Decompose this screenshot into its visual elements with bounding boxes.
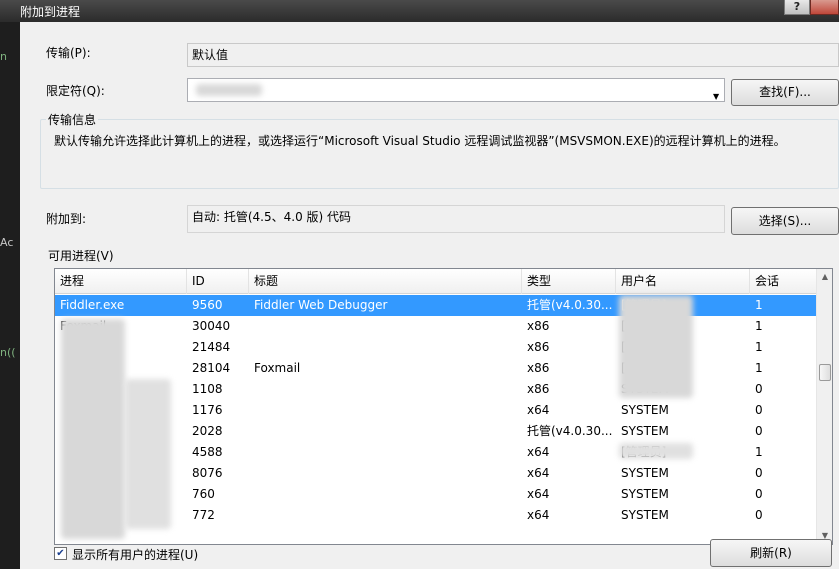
- process-title-cell: [249, 316, 522, 337]
- chevron-down-icon[interactable]: ▼: [713, 86, 719, 108]
- process-user-cell: SYSTEM: [621, 403, 669, 417]
- process-session-cell: 1: [755, 340, 763, 354]
- process-session-cell: 0: [755, 466, 763, 480]
- process-type-cell: x86: [527, 319, 550, 333]
- qualifier-label: 限定符(Q):: [46, 84, 105, 98]
- transport-select[interactable]: 默认值: [187, 43, 839, 67]
- process-title-cell: Fiddler Web Debugger: [254, 298, 388, 312]
- process-type-cell: x64: [527, 466, 550, 480]
- process-list[interactable]: 进程 ID 标题 类型 用户名 会话 Fiddler.exe 9560 Fiddle…: [54, 268, 833, 545]
- attach-to-process-dialog: 传输(P): 默认值 限定符(Q): ▼ 查找(F)... 传输信息 默认传输允…: [20, 22, 839, 569]
- process-session-cell: 0: [755, 424, 763, 438]
- process-id-cell: 9560: [192, 298, 223, 312]
- process-id-cell: 1176: [192, 403, 223, 417]
- background-code-fragment: n((: [0, 346, 16, 359]
- attach-to-value: 自动: 托管(4.5、4.0 版) 代码: [192, 210, 352, 224]
- process-name-cell: Fiddler.exe: [60, 298, 125, 312]
- table-row[interactable]: Foxmail...30040x86[管理员]1: [55, 316, 817, 337]
- show-all-users-label[interactable]: 显示所有用户的进程(U): [72, 546, 198, 563]
- scroll-up-icon[interactable]: ▲: [817, 269, 832, 285]
- process-id-cell: 30040: [192, 319, 231, 333]
- process-id-cell: 8076: [192, 466, 223, 480]
- process-session-cell: 0: [755, 487, 763, 501]
- available-processes-label: 可用进程(V): [48, 249, 114, 263]
- transport-label: 传输(P):: [46, 46, 91, 60]
- process-session-cell: 0: [755, 382, 763, 396]
- process-id-cell: 28104: [192, 361, 231, 375]
- process-title-cell: [249, 400, 522, 421]
- column-header-type[interactable]: 类型: [522, 269, 616, 294]
- process-session-cell: 1: [755, 445, 763, 459]
- process-type-cell: x86: [527, 340, 550, 354]
- process-title-cell: [249, 421, 522, 442]
- process-type-cell: x86: [527, 382, 550, 396]
- column-header-title[interactable]: 标题: [249, 269, 522, 294]
- process-type-cell: x86: [527, 361, 550, 375]
- process-session-cell: 1: [755, 319, 763, 333]
- attach-to-field: 自动: 托管(4.5、4.0 版) 代码: [187, 205, 725, 233]
- process-session-cell: 1: [755, 361, 763, 375]
- process-type-cell: x64: [527, 487, 550, 501]
- process-title-cell: [249, 463, 522, 484]
- redacted-usernames: [619, 295, 693, 398]
- process-user-cell: SYSTEM: [621, 466, 669, 480]
- process-title-cell: [249, 337, 522, 358]
- column-header-session[interactable]: 会话: [750, 269, 817, 294]
- process-list-scrollbar[interactable]: ▲ ▼: [816, 269, 832, 544]
- process-type-cell: x64: [527, 508, 550, 522]
- refresh-button[interactable]: 刷新(R): [710, 539, 832, 567]
- process-session-cell: 1: [755, 298, 763, 312]
- select-button[interactable]: 选择(S)...: [731, 207, 839, 235]
- checkmark-icon: ✔: [56, 548, 65, 559]
- process-type-cell: x64: [527, 445, 550, 459]
- close-button[interactable]: [810, 0, 839, 15]
- transport-info-group: [40, 119, 839, 189]
- process-id-cell: 772: [192, 508, 215, 522]
- background-code-fragment: Ac: [0, 236, 14, 249]
- process-list-header: 进程 ID 标题 类型 用户名 会话: [55, 269, 817, 294]
- column-header-username[interactable]: 用户名: [616, 269, 750, 294]
- process-title-cell: [249, 505, 522, 526]
- process-id-cell: 1108: [192, 382, 223, 396]
- attach-to-label: 附加到:: [46, 212, 87, 226]
- transport-info-text: 默认传输允许选择此计算机上的进程，或选择运行“Microsoft Visual …: [54, 134, 786, 148]
- scroll-thumb[interactable]: [819, 364, 831, 381]
- window-title: 附加到进程: [20, 5, 81, 19]
- redacted-machine-name: [196, 84, 262, 96]
- process-type-cell: 托管(v4.0.30...: [527, 298, 613, 312]
- redacted-process-names: [125, 379, 171, 529]
- process-id-cell: 4588: [192, 445, 223, 459]
- process-id-cell: 760: [192, 487, 215, 501]
- process-title-cell: Foxmail: [254, 361, 301, 375]
- process-user-cell: SYSTEM: [621, 508, 669, 522]
- redacted-process-names: [61, 319, 125, 539]
- transport-info-title: 传输信息: [46, 111, 99, 128]
- process-type-cell: x64: [527, 403, 550, 417]
- background-code-fragment: n: [0, 50, 7, 63]
- title-bar: 附加到进程 ?: [0, 0, 839, 22]
- process-user-cell: SYSTEM: [621, 487, 669, 501]
- find-button[interactable]: 查找(F)...: [731, 79, 839, 106]
- help-button[interactable]: ?: [784, 0, 810, 15]
- table-row[interactable]: Fiddler.exe 9560 Fiddler Web Debugger 托管(v4…: [55, 295, 817, 316]
- column-header-process[interactable]: 进程: [55, 269, 187, 294]
- process-session-cell: 0: [755, 403, 763, 417]
- column-header-id[interactable]: ID: [187, 269, 249, 294]
- process-title-cell: [249, 379, 522, 400]
- qualifier-combobox[interactable]: ▼: [187, 78, 725, 102]
- process-id-cell: 2028: [192, 424, 223, 438]
- process-type-cell: 托管(v4.0.30...: [527, 424, 613, 438]
- process-title-cell: [249, 484, 522, 505]
- show-all-users-checkbox[interactable]: ✔: [54, 547, 67, 560]
- process-title-cell: [249, 442, 522, 463]
- transport-value: 默认值: [192, 48, 229, 62]
- background-ide: n Ac n((: [0, 0, 20, 569]
- process-user-cell: SYSTEM: [621, 424, 669, 438]
- table-row[interactable]: 21484x86[管理员]1: [55, 337, 817, 358]
- table-row[interactable]: 28104Foxmailx86[管理员]1: [55, 358, 817, 379]
- redacted-usernames: [619, 443, 693, 459]
- process-id-cell: 21484: [192, 340, 231, 354]
- process-session-cell: 0: [755, 508, 763, 522]
